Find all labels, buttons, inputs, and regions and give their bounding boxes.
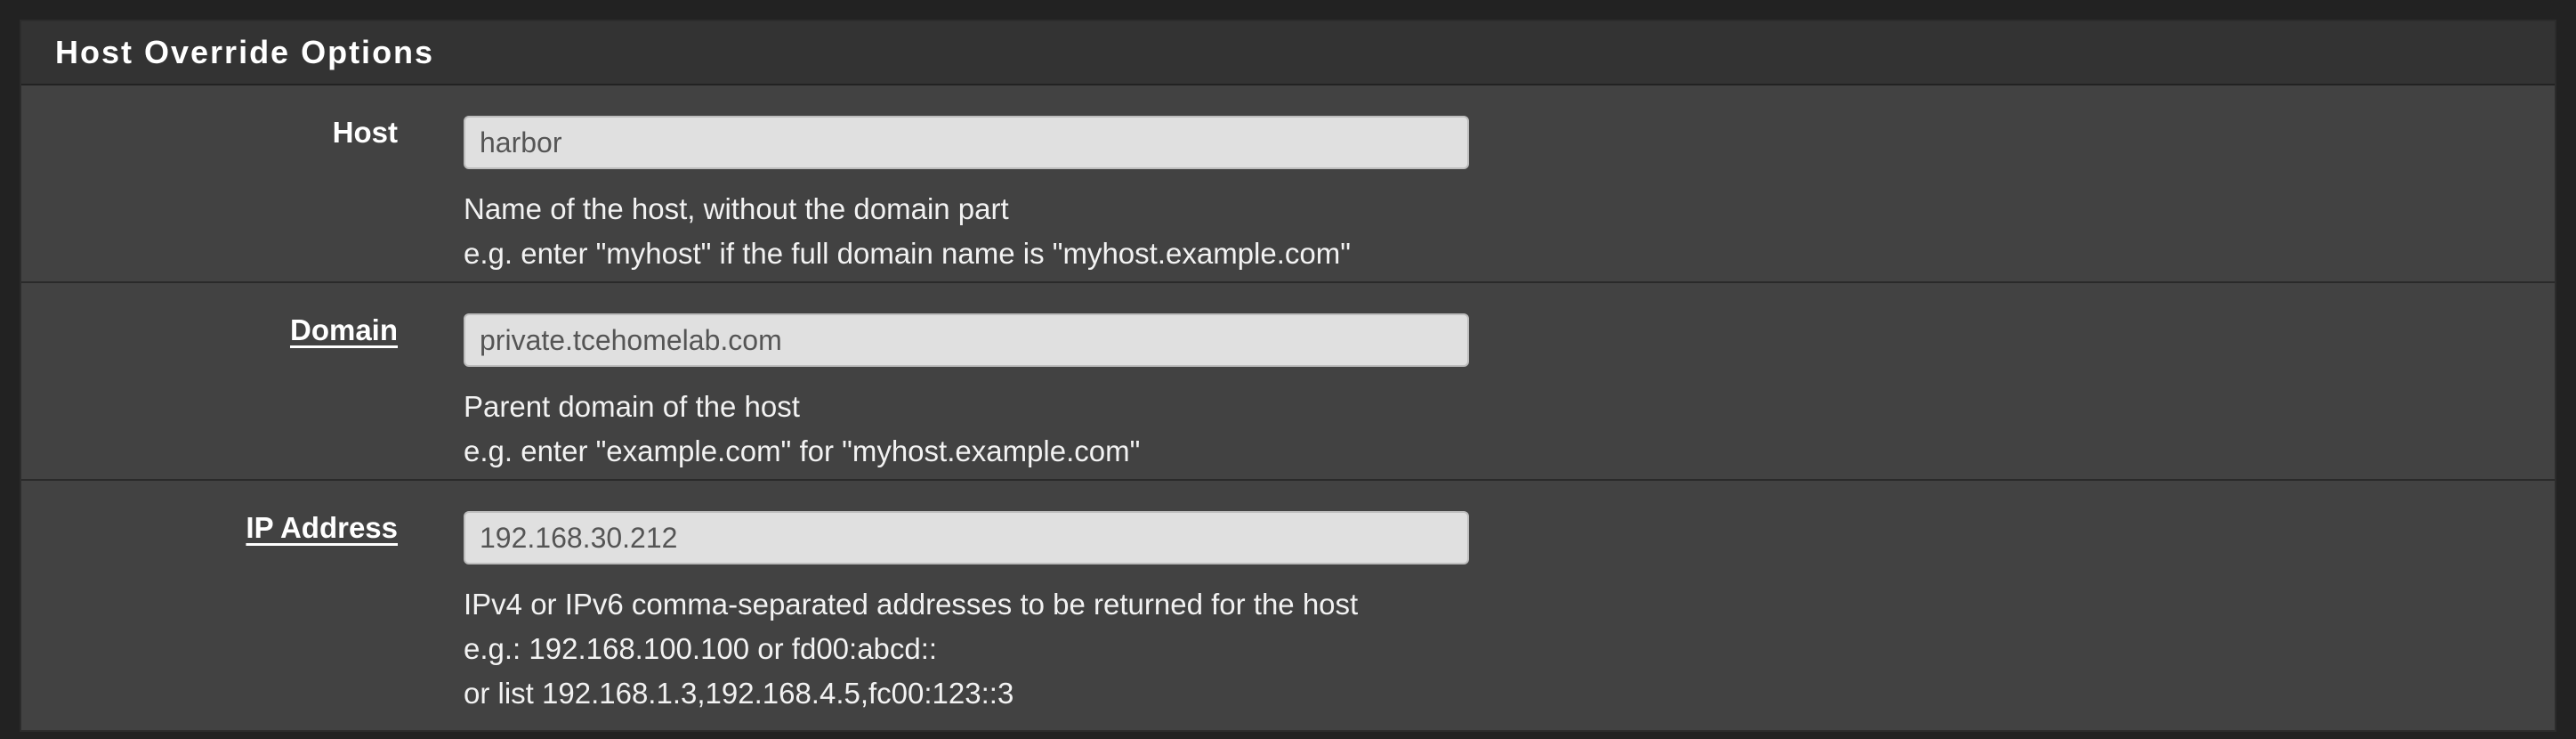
domain-help: Parent domain of the host e.g. enter "ex… [464,385,1140,474]
ip-address-help-line: or list 192.168.1.3,192.168.4.5,fc00:123… [464,677,1014,710]
host-input[interactable] [464,116,1469,169]
host-help-line: e.g. enter "myhost" if the full domain n… [464,237,1351,270]
ip-address-help: IPv4 or IPv6 comma-separated addresses t… [464,582,1358,716]
ip-address-input[interactable] [464,511,1469,564]
panel-title: Host Override Options [55,34,435,70]
domain-input[interactable] [464,313,1469,367]
ip-address-help-line: e.g.: 192.168.100.100 or fd00:abcd:: [464,632,938,665]
ip-address-row: IP Address IPv4 or IPv6 comma-separated … [21,481,2555,739]
domain-help-line: Parent domain of the host [464,390,800,423]
host-help: Name of the host, without the domain par… [464,187,1351,276]
domain-help-line: e.g. enter "example.com" for "myhost.exa… [464,434,1141,467]
domain-row: Domain Parent domain of the host e.g. en… [21,283,2555,481]
ip-address-label-link[interactable]: IP Address [246,511,398,545]
host-label: Host [332,116,398,149]
host-override-panel: Host Override Options Host Name of the h… [20,20,2556,732]
ip-address-help-line: IPv4 or IPv6 comma-separated addresses t… [464,588,1359,621]
domain-label-link[interactable]: Domain [290,313,398,347]
host-help-line: Name of the host, without the domain par… [464,192,1009,225]
host-row: Host Name of the host, without the domai… [21,85,2555,283]
panel-heading: Host Override Options [21,21,2555,85]
